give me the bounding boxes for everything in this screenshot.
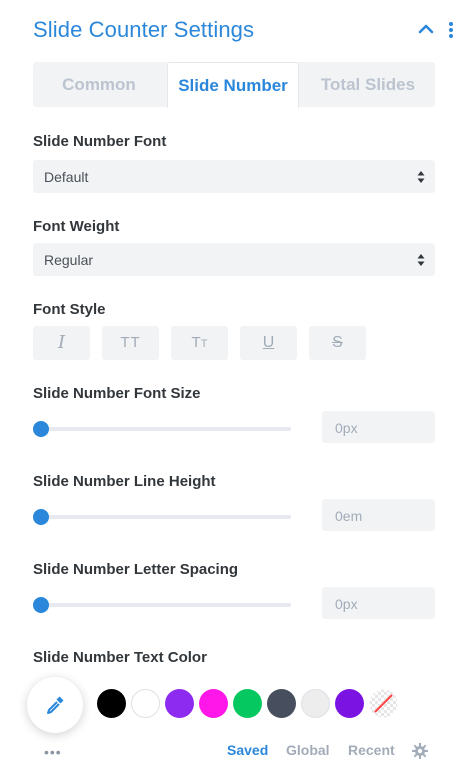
color-swatch-green[interactable] <box>233 689 262 718</box>
font-style-label: Font Style <box>33 301 106 318</box>
font-label: Slide Number Font <box>33 133 167 150</box>
uppercase-button[interactable]: TT <box>102 326 159 360</box>
line-height-input[interactable]: 0em <box>322 499 435 531</box>
font-size-input[interactable]: 0px <box>322 411 435 443</box>
panel-title: Slide Counter Settings <box>33 17 255 42</box>
font-weight-value: Regular <box>44 252 94 268</box>
font-size-label: Slide Number Font Size <box>33 385 201 402</box>
slider-handle[interactable] <box>33 509 49 525</box>
eyedropper-icon <box>47 696 64 714</box>
slider-handle[interactable] <box>33 597 49 613</box>
slider-track <box>39 603 291 607</box>
underline-icon: U <box>262 334 275 351</box>
settings-header: Slide Counter Settings <box>33 14 463 48</box>
select-arrows-icon <box>417 170 425 184</box>
italic-icon: I <box>57 332 66 353</box>
font-weight-select[interactable]: Regular <box>33 243 435 276</box>
italic-button[interactable]: I <box>33 326 90 360</box>
color-swatch-light-gray[interactable] <box>301 689 330 718</box>
gear-icon[interactable] <box>412 743 428 759</box>
tab-slide-number[interactable]: Slide Number <box>167 62 299 108</box>
color-swatch-violet[interactable] <box>335 689 364 718</box>
tab-total-slides[interactable]: Total Slides <box>301 62 435 107</box>
select-arrows-icon <box>417 253 425 267</box>
line-height-slider[interactable] <box>33 507 291 527</box>
color-swatch-black[interactable] <box>97 689 126 718</box>
text-color-label: Slide Number Text Color <box>33 649 207 666</box>
no-color-icon[interactable] <box>369 689 398 718</box>
line-height-value: 0em <box>335 508 363 524</box>
recent-colors-tab[interactable]: Recent <box>348 742 395 758</box>
global-colors-tab[interactable]: Global <box>286 742 330 758</box>
tab-bar: Common Slide Number Total Slides <box>33 62 435 108</box>
color-picker-button[interactable] <box>27 677 83 733</box>
font-size-slider[interactable] <box>33 419 291 439</box>
slider-track <box>39 427 291 431</box>
tab-common[interactable]: Common <box>33 62 165 107</box>
line-height-label: Slide Number Line Height <box>33 473 216 490</box>
font-weight-label: Font Weight <box>33 218 120 235</box>
capitalize-button[interactable]: TT <box>171 326 228 360</box>
more-dots-icon[interactable]: ••• <box>44 744 62 760</box>
uppercase-icon: TT <box>120 334 141 351</box>
color-swatch-purple[interactable] <box>165 689 194 718</box>
strikethrough-button[interactable]: S <box>309 326 366 360</box>
letter-spacing-input[interactable]: 0px <box>322 587 435 619</box>
color-swatch-white[interactable] <box>131 689 160 718</box>
slider-track <box>39 515 291 519</box>
letter-spacing-slider[interactable] <box>33 595 291 615</box>
letter-spacing-label: Slide Number Letter Spacing <box>33 561 239 578</box>
font-style-buttons: I TT TT U S <box>33 326 373 360</box>
saved-colors-tab[interactable]: Saved <box>227 742 268 758</box>
slider-handle[interactable] <box>33 421 49 437</box>
kebab-menu-icon[interactable] <box>446 20 456 40</box>
color-swatch-magenta[interactable] <box>199 689 228 718</box>
underline-button[interactable]: U <box>240 326 297 360</box>
font-select-value: Default <box>44 169 89 185</box>
strikethrough-icon: S <box>332 334 343 351</box>
chevron-up-icon[interactable] <box>417 20 435 38</box>
capitalize-icon: TT <box>191 334 208 351</box>
font-size-value: 0px <box>335 420 358 436</box>
letter-spacing-value: 0px <box>335 596 358 612</box>
font-select[interactable]: Default <box>33 160 435 193</box>
color-swatch-dark-gray[interactable] <box>267 689 296 718</box>
